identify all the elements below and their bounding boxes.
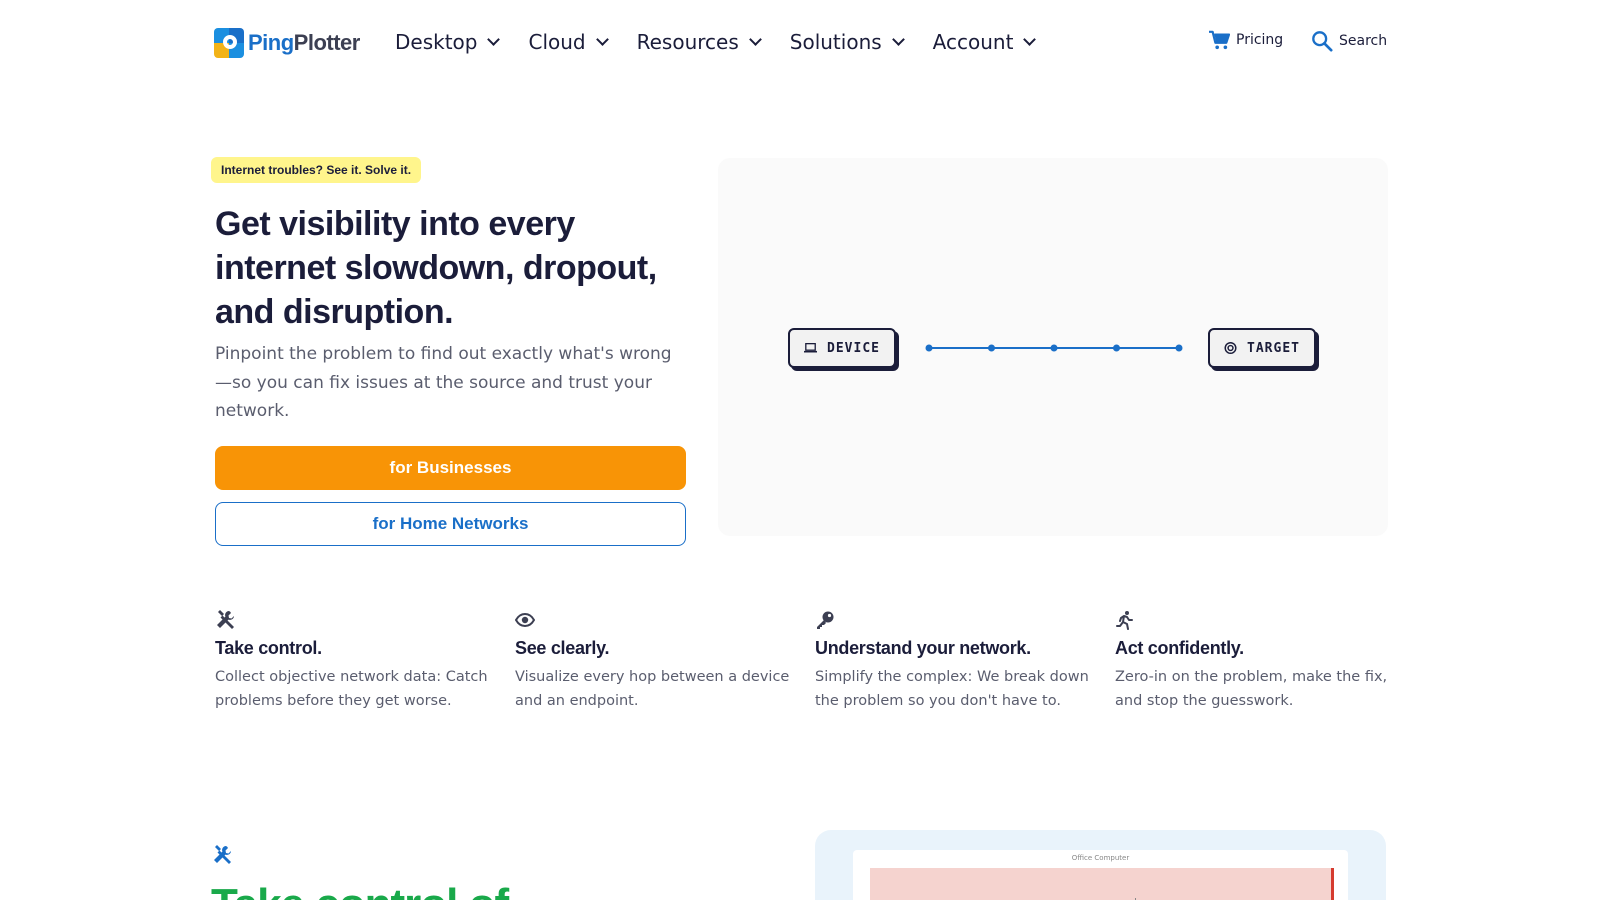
nav-desktop[interactable]: Desktop — [395, 30, 501, 54]
section-heading-text: Take control of — [211, 883, 611, 900]
feature-desc: Visualize every hop between a device and… — [515, 669, 790, 709]
target-label: TARGET — [1247, 340, 1300, 356]
cart-icon — [1209, 30, 1230, 50]
tools-icon — [214, 845, 231, 864]
tools-icon — [217, 610, 234, 629]
feature-act-confidently: Act confidently. Zero-in on the problem,… — [1115, 610, 1395, 713]
eye-icon — [514, 612, 536, 628]
hop-dot — [1175, 344, 1183, 352]
laptop-icon — [804, 343, 818, 353]
target-node: TARGET — [1208, 328, 1316, 368]
pricing-label: Pricing — [1236, 32, 1284, 48]
feature-see-clearly: See clearly. Visualize every hop between… — [514, 610, 795, 713]
hero-subtitle: Pinpoint the problem to find out exactly… — [215, 344, 672, 421]
chevron-down-icon — [891, 32, 905, 46]
route-line — [925, 344, 1183, 352]
device-node: DEVICE — [788, 328, 896, 368]
main-nav: Desktop Cloud Resources Solutions Accoun… — [395, 30, 1064, 54]
hop-dot — [925, 344, 933, 352]
nav-resources[interactable]: Resources — [637, 30, 762, 54]
preview-red-marker — [1331, 868, 1334, 900]
pricing-link[interactable]: Pricing — [1208, 30, 1283, 50]
hop-dot — [1113, 344, 1120, 352]
search-label: Search — [1339, 33, 1388, 49]
nav-solutions[interactable]: Solutions — [790, 30, 905, 54]
logo-mark-icon — [214, 28, 244, 58]
device-label: DEVICE — [827, 340, 880, 356]
key-icon — [817, 611, 834, 629]
search-icon — [1312, 31, 1333, 52]
feature-desc: Collect objective network data: Catch pr… — [215, 669, 488, 709]
app-preview-image: Office Computer — [815, 830, 1386, 900]
preview-label: Office Computer — [1071, 854, 1130, 862]
site-header: PingPlotter Desktop Cloud Resources Solu… — [0, 0, 1600, 88]
hero-tag: Internet troubles? See it. Solve it. — [211, 157, 422, 183]
running-icon — [1116, 611, 1133, 630]
chevron-down-icon — [1023, 32, 1037, 46]
logo-wordmark: PingPlotter — [248, 30, 360, 55]
network-diagram: DEVICE TARGET — [718, 158, 1388, 536]
feature-take-control: Take control. Collect objective network … — [215, 610, 495, 713]
hop-dot — [988, 344, 995, 352]
search-link[interactable]: Search — [1311, 30, 1387, 52]
section-heading: Take control of — [211, 883, 611, 900]
preview-chart — [870, 868, 1334, 900]
for-home-networks-button[interactable]: for Home Networks — [215, 502, 686, 546]
chevron-down-icon — [595, 32, 609, 46]
feature-title: Take control. — [215, 638, 322, 658]
chevron-down-icon — [487, 32, 501, 46]
target-icon — [1224, 341, 1237, 355]
hop-dot — [1050, 344, 1058, 352]
feature-desc: Zero-in on the problem, make the fix, an… — [1115, 669, 1388, 709]
nav-account[interactable]: Account — [933, 30, 1037, 54]
feature-title: Act confidently. — [1115, 638, 1244, 658]
pingplotter-logo[interactable]: PingPlotter — [214, 28, 360, 58]
chevron-down-icon — [748, 32, 762, 46]
nav-cloud[interactable]: Cloud — [528, 30, 609, 54]
feature-title: See clearly. — [515, 638, 610, 658]
for-businesses-button[interactable]: for Businesses — [215, 446, 686, 490]
feature-understand-network: Understand your network. Simplify the co… — [815, 610, 1095, 713]
feature-title: Understand your network. — [815, 638, 1031, 658]
hero-title: Get visibility into every internet slowd… — [215, 205, 657, 331]
preview-window: Office Computer — [853, 850, 1348, 900]
feature-desc: Simplify the complex: We break down the … — [815, 669, 1089, 709]
